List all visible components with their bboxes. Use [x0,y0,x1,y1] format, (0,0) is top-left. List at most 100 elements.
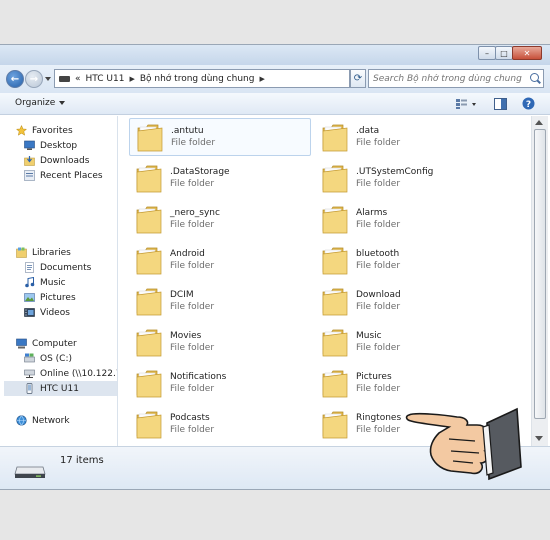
explorer-window: – □ ✕ ← → « HTC U11 ▶ Bộ nhớ trong dùng … [0,44,550,490]
folder-item[interactable]: Music File folder [315,323,497,361]
folder-type: File folder [171,138,216,148]
folder-icon [136,411,162,439]
search-box[interactable] [368,69,544,88]
folder-type: File folder [356,138,401,148]
phone-device-icon [26,383,33,394]
folder-type: File folder [356,302,401,312]
change-view-button[interactable] [455,97,477,110]
folder-item[interactable]: Notifications File folder [129,364,311,402]
nav-network-drive[interactable]: Online (\\10.122.7.25 [24,366,117,381]
folder-name: .UTSystemConfig [356,167,434,177]
folder-icon [322,370,348,398]
folder-item[interactable]: Movies File folder [129,323,311,361]
folder-item[interactable]: bluetooth File folder [315,241,497,279]
folder-type: File folder [356,343,401,353]
folder-text: .antutu File folder [171,125,215,149]
breadcrumb-internal-storage[interactable]: Bộ nhớ trong dùng chung [140,74,255,84]
folder-name: .DataStorage [170,167,230,177]
nav-network-drive-label: Online (\\10.122.7.25 [40,368,117,379]
nav-computer[interactable]: Computer [16,336,77,351]
recent-pages-dropdown[interactable] [45,77,51,81]
nav-documents[interactable]: Documents [24,260,91,275]
folder-text: bluetooth File folder [356,248,400,272]
folder-type: File folder [170,343,215,353]
folder-item[interactable]: _nero_sync File folder [129,200,311,238]
folder-name: Notifications [170,372,227,382]
view-options-icon [456,98,476,109]
folder-item[interactable]: .data File folder [315,118,497,156]
address-row: ← → « HTC U11 ▶ Bộ nhớ trong dùng chung … [0,65,550,93]
item-count: 17 items [60,455,104,466]
folder-item[interactable]: Alarms File folder [315,200,497,238]
documents-icon [25,262,34,273]
folder-type: File folder [170,384,215,394]
nav-desktop-label: Desktop [40,140,78,151]
organize-button[interactable]: Organize [15,98,66,108]
desktop-icon [24,140,35,150]
folder-name: Movies [170,331,202,341]
nav-recent-places[interactable]: Recent Places [24,168,103,183]
scroll-down-icon[interactable] [535,436,543,441]
preview-pane-button[interactable] [494,97,507,110]
folder-item[interactable]: Download File folder [315,282,497,320]
preview-pane-icon [494,97,507,110]
nav-desktop[interactable]: Desktop [24,138,77,153]
folder-text: Movies File folder [170,330,214,354]
refresh-button[interactable]: ⟳ [350,69,366,88]
pictures-icon [24,293,35,302]
help-button[interactable]: ? [522,97,535,110]
close-button[interactable]: ✕ [512,46,542,60]
folder-item[interactable]: .DataStorage File folder [129,159,311,197]
minimize-button[interactable]: – [478,46,496,60]
nav-music[interactable]: Music [24,275,66,290]
back-button[interactable]: ← [6,70,24,88]
folder-icon [322,247,348,275]
search-input[interactable] [373,73,523,84]
maximize-button[interactable]: □ [495,46,513,60]
folder-text: .data File folder [356,125,400,149]
pointing-hand-icon [405,407,522,481]
folder-icon [322,288,348,316]
nav-videos[interactable]: Videos [24,305,70,320]
network-icon [16,415,27,426]
folder-icon [322,411,348,439]
folder-icon [137,124,163,152]
folder-text: Podcasts File folder [170,412,214,436]
address-bar[interactable]: « HTC U11 ▶ Bộ nhớ trong dùng chung ▶ [54,69,350,88]
nav-os-drive[interactable]: OS (C:) [24,351,72,366]
folder-text: Pictures File folder [356,371,400,395]
folder-name: DCIM [170,290,194,300]
scrollbar-thumb[interactable] [534,129,546,419]
navigation-pane: Favorites Desktop Downloads Recent Place… [0,116,118,446]
breadcrumb-htc-u11[interactable]: HTC U11 [86,74,125,84]
folder-item[interactable]: .antutu File folder [129,118,311,156]
folder-item[interactable]: Android File folder [129,241,311,279]
breadcrumb-separator-icon[interactable]: ▶ [259,75,264,83]
vertical-scrollbar[interactable] [531,116,548,446]
device-icon [59,75,70,82]
nav-favorites[interactable]: Favorites [16,123,73,138]
scroll-up-icon[interactable] [535,120,543,125]
folder-item[interactable]: DCIM File folder [129,282,311,320]
nav-network[interactable]: Network [16,413,70,428]
forward-button[interactable]: → [25,70,43,88]
nav-htc-u11-label: HTC U11 [40,383,79,394]
folder-name: Android [170,249,205,259]
nav-libraries[interactable]: Libraries [16,245,71,260]
libraries-icon [16,247,27,258]
folder-item[interactable]: .UTSystemConfig File folder [315,159,497,197]
folder-name: Pictures [356,372,392,382]
nav-downloads[interactable]: Downloads [24,153,89,168]
folder-item[interactable]: Podcasts File folder [129,405,311,443]
folder-type: File folder [356,179,401,189]
nav-pictures[interactable]: Pictures [24,290,76,305]
search-icon[interactable] [530,73,539,82]
nav-videos-label: Videos [40,307,70,318]
removable-drive-icon [14,466,46,478]
breadcrumb-separator-icon[interactable]: ▶ [129,75,134,83]
nav-htc-u11[interactable]: HTC U11 [4,381,117,396]
address-overflow[interactable]: « [75,74,81,84]
folder-text: Music File folder [356,330,400,354]
folder-item[interactable]: Pictures File folder [315,364,497,402]
folder-name: Ringtones [356,413,402,423]
